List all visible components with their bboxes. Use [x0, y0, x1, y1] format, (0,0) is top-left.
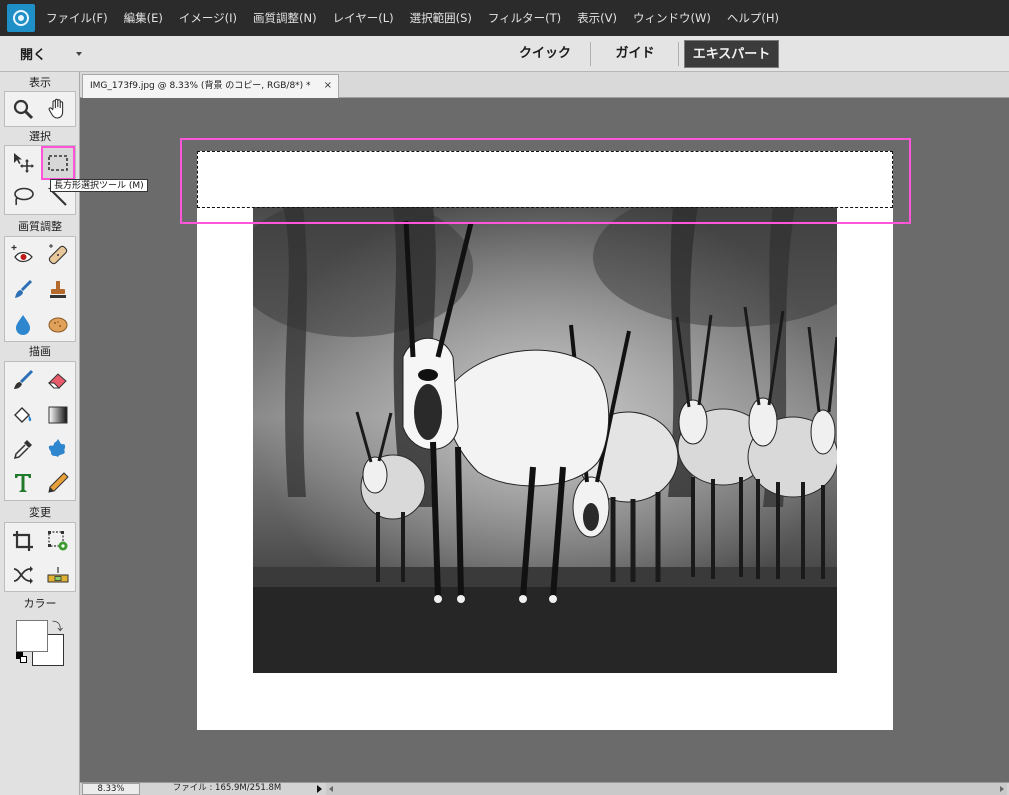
menu-enhance[interactable]: 画質調整(N) — [253, 10, 317, 26]
gradient-tool[interactable] — [42, 399, 74, 431]
hand-tool[interactable] — [42, 93, 74, 125]
tab-guided[interactable]: ガイド — [600, 40, 670, 68]
menu-window[interactable]: ウィンドウ(W) — [633, 10, 711, 26]
straighten-tool[interactable] — [42, 559, 74, 591]
open-button[interactable]: 開く — [20, 44, 46, 63]
lasso-tool[interactable] — [7, 181, 39, 213]
section-label-enhance: 画質調整 — [18, 220, 62, 233]
section-label-view: 表示 — [29, 76, 51, 89]
eraser-icon — [47, 373, 67, 389]
color-swatches: ⤵ — [14, 618, 66, 668]
selection-marquee — [197, 151, 893, 208]
content-move-icon — [13, 566, 33, 584]
menu-help[interactable]: ヘルプ(H) — [727, 10, 779, 26]
brush-tool[interactable] — [7, 364, 39, 396]
rectangular-marquee-tool[interactable] — [41, 146, 75, 180]
color-picker-tool[interactable] — [7, 433, 39, 465]
app-logo-icon[interactable] — [7, 4, 35, 32]
type-tool[interactable] — [7, 467, 39, 499]
eyedropper-icon — [13, 440, 32, 460]
menu-filter[interactable]: フィルター(T) — [488, 10, 561, 26]
magnifier-icon — [13, 99, 34, 120]
recompose-icon — [48, 531, 68, 551]
level-icon — [47, 567, 69, 583]
type-icon — [15, 474, 31, 492]
canvas-area[interactable] — [80, 98, 1009, 782]
smart-brush-tool[interactable] — [7, 274, 39, 306]
horizontal-scrollbar[interactable] — [326, 783, 1007, 795]
smart-brush-icon — [15, 279, 33, 298]
document-canvas[interactable] — [197, 151, 893, 730]
scroll-right-icon[interactable] — [1000, 786, 1004, 792]
move-icon — [14, 153, 34, 173]
tool-group-enhance — [4, 236, 76, 342]
divider — [678, 42, 679, 66]
divider — [590, 42, 591, 66]
file-size-info: ファイル : 165.9M/251.8M — [172, 783, 282, 793]
chevron-down-icon[interactable] — [76, 52, 82, 56]
sponge-icon — [48, 317, 68, 333]
status-menu-arrow-icon[interactable] — [314, 784, 324, 795]
zoom-level-field[interactable]: 8.33% — [82, 783, 140, 795]
lasso-icon — [14, 187, 34, 206]
content-aware-move-tool[interactable] — [7, 559, 39, 591]
tab-expert[interactable]: エキスパート — [684, 40, 779, 68]
move-tool[interactable] — [7, 147, 39, 179]
shape-blob-icon — [48, 439, 66, 457]
document-tab-title: IMG_173f9.jpg @ 8.33% (背景 のコピー, RGB/8*) … — [90, 81, 311, 91]
scroll-left-icon[interactable] — [329, 786, 333, 792]
blur-tool[interactable] — [7, 308, 39, 340]
sponge-tool[interactable] — [42, 308, 74, 340]
crop-tool[interactable] — [7, 525, 39, 557]
gradient-icon — [48, 406, 68, 424]
section-label-modify: 変更 — [29, 506, 51, 519]
paint-bucket-tool[interactable] — [7, 399, 39, 431]
red-eye-removal-tool[interactable] — [7, 239, 39, 271]
spot-healing-brush-tool[interactable] — [42, 239, 74, 271]
document-tab-bar: IMG_173f9.jpg @ 8.33% (背景 のコピー, RGB/8*) … — [80, 72, 1009, 98]
section-label-select: 選択 — [29, 130, 51, 143]
marquee-rectangle-icon — [48, 155, 68, 171]
menu-image[interactable]: イメージ(I) — [179, 10, 237, 26]
status-bar: 8.33% ファイル : 165.9M/251.8M — [80, 782, 1009, 795]
paint-bucket-icon — [14, 407, 32, 423]
crop-icon — [13, 531, 33, 551]
menu-bar: ファイル(F) 編集(E) イメージ(I) 画質調整(N) レイヤー(L) 選択… — [0, 0, 1009, 36]
pencil-tool[interactable] — [42, 467, 74, 499]
menu-view[interactable]: 表示(V) — [577, 10, 617, 26]
hand-icon — [48, 98, 64, 119]
swap-colors-icon[interactable]: ⤵ — [52, 618, 63, 634]
menu-file[interactable]: ファイル(F) — [46, 10, 108, 26]
default-colors-icon[interactable] — [16, 652, 28, 664]
bandage-icon — [48, 244, 68, 265]
clone-stamp-tool[interactable] — [42, 274, 74, 306]
water-drop-icon — [16, 315, 30, 335]
menu-select[interactable]: 選択範囲(S) — [410, 10, 472, 26]
tool-group-draw — [4, 361, 76, 501]
stamp-icon — [50, 281, 66, 298]
pencil-icon — [48, 472, 69, 493]
foreground-color-swatch[interactable] — [16, 620, 48, 652]
oryx-photo — [253, 207, 837, 673]
mode-bar: 開く クイック ガイド エキスパート — [0, 36, 1009, 72]
menu-layer[interactable]: レイヤー(L) — [333, 10, 394, 26]
tool-group-view — [4, 91, 76, 127]
red-eye-icon — [11, 245, 33, 263]
brush-icon — [14, 369, 34, 389]
menu-items: ファイル(F) 編集(E) イメージ(I) 画質調整(N) レイヤー(L) 選択… — [46, 0, 795, 36]
menu-edit[interactable]: 編集(E) — [124, 10, 163, 26]
app-window: ファイル(F) 編集(E) イメージ(I) 画質調整(N) レイヤー(L) 選択… — [0, 0, 1009, 795]
tab-quick[interactable]: クイック — [510, 40, 580, 68]
tool-group-modify — [4, 522, 76, 592]
zoom-tool[interactable] — [7, 93, 39, 125]
recompose-tool[interactable] — [42, 525, 74, 557]
eraser-tool[interactable] — [42, 364, 74, 396]
section-label-draw: 描画 — [29, 345, 51, 358]
section-label-color: カラー — [23, 597, 57, 610]
close-icon[interactable]: × — [324, 75, 332, 97]
document-tab[interactable]: IMG_173f9.jpg @ 8.33% (背景 のコピー, RGB/8*) … — [82, 74, 339, 98]
custom-shape-tool[interactable] — [42, 433, 74, 465]
tool-tooltip: 長方形選択ツール (M) — [50, 179, 148, 192]
